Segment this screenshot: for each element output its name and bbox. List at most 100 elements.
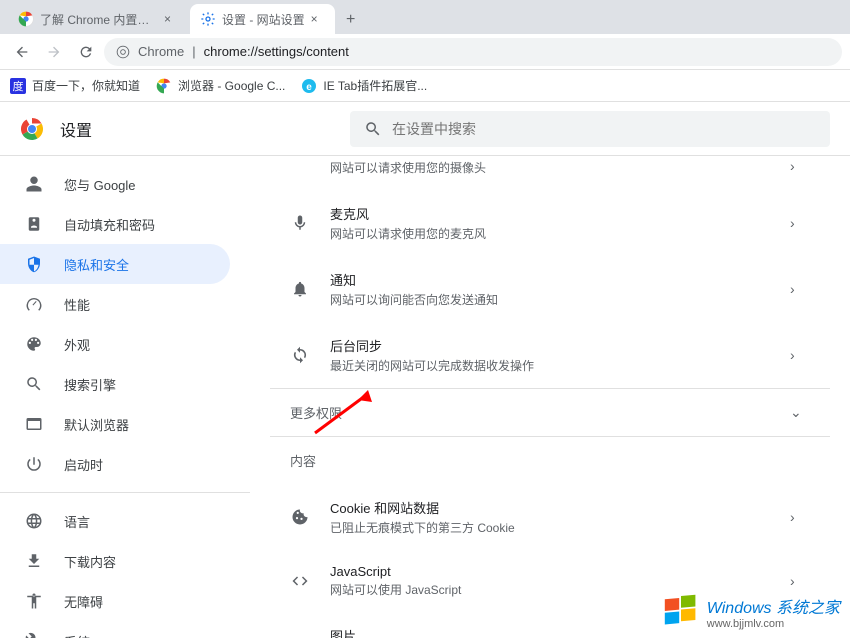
content-row-title: 后台同步 xyxy=(330,336,770,355)
sidebar-item-label: 性能 xyxy=(64,295,90,314)
search-icon xyxy=(364,120,382,138)
sidebar-item-accessibility[interactable]: 无障碍 xyxy=(0,581,230,621)
content-row-title: 麦克风 xyxy=(330,204,770,223)
content-row-title: JavaScript xyxy=(330,564,770,579)
bookmark-label: 百度一下，你就知道 xyxy=(32,77,140,94)
watermark-url: www.bjjmlv.com xyxy=(707,618,840,630)
browser-tab-active[interactable]: 设置 - 网站设置 × xyxy=(190,4,335,34)
main-content: 您与 Google 自动填充和密码 隐私和安全 性能 外观 搜索引擎 默认浏览器 xyxy=(0,156,850,638)
settings-header: 设置 xyxy=(0,102,850,156)
section-label: 更多权限 xyxy=(290,403,342,422)
close-icon[interactable]: × xyxy=(311,12,325,26)
content-row-background-sync[interactable]: 后台同步 最近关闭的网站可以完成数据收发操作 › xyxy=(270,322,830,388)
power-icon xyxy=(24,454,44,474)
content-row-desc: 网站可以请求使用您的麦克风 xyxy=(330,225,770,242)
sidebar-item-search-engine[interactable]: 搜索引擎 xyxy=(0,364,230,404)
ie-favicon-icon: e xyxy=(301,78,317,94)
browser-icon xyxy=(24,414,44,434)
section-more-permissions[interactable]: 更多权限 ⌄ xyxy=(270,389,830,436)
bookmark-item[interactable]: 浏览器 - Google C... xyxy=(156,77,285,94)
sync-icon xyxy=(290,345,310,365)
autofill-icon xyxy=(24,214,44,234)
sidebar-item-appearance[interactable]: 外观 xyxy=(0,324,230,364)
code-icon xyxy=(290,571,310,591)
tab-title: 了解 Chrome 内置的浏览器工具 xyxy=(40,11,158,28)
content-row-title: 通知 xyxy=(330,270,770,289)
sidebar-item-label: 默认浏览器 xyxy=(64,415,129,434)
sidebar-item-label: 启动时 xyxy=(64,455,103,474)
close-icon[interactable]: × xyxy=(164,12,178,26)
content-row-notifications[interactable]: 通知 网站可以询问能否向您发送通知 › xyxy=(270,256,830,322)
sidebar-item-you-and-google[interactable]: 您与 Google xyxy=(0,164,230,204)
settings-content: 网站可以请求使用您的摄像头 › 麦克风 网站可以请求使用您的麦克风 › 通知 网… xyxy=(250,156,850,638)
browser-tab[interactable]: 了解 Chrome 内置的浏览器工具 × xyxy=(8,4,188,34)
content-row-camera-partial[interactable]: 网站可以请求使用您的摄像头 › xyxy=(270,156,830,190)
svg-text:度: 度 xyxy=(13,79,24,93)
bookmark-item[interactable]: e IE Tab插件拓展官... xyxy=(301,77,427,94)
wrench-icon xyxy=(24,631,44,638)
chevron-right-icon: › xyxy=(790,281,810,297)
windows-logo-icon xyxy=(663,594,699,630)
baidu-favicon-icon: 度 xyxy=(10,78,26,94)
sidebar-item-label: 系统 xyxy=(64,632,90,638)
reload-button[interactable] xyxy=(72,38,100,66)
chevron-down-icon: ⌄ xyxy=(790,404,810,421)
shield-icon xyxy=(24,254,44,274)
content-row-cookies[interactable]: Cookie 和网站数据 已阻止无痕模式下的第三方 Cookie › xyxy=(270,484,830,550)
chevron-right-icon: › xyxy=(790,158,810,174)
sidebar-item-languages[interactable]: 语言 xyxy=(0,501,230,541)
address-path: chrome://settings/content xyxy=(204,44,349,59)
bookmark-label: IE Tab插件拓展官... xyxy=(323,77,427,94)
chrome-logo-icon xyxy=(20,117,44,141)
chrome-favicon-icon xyxy=(18,11,34,27)
forward-button[interactable] xyxy=(40,38,68,66)
content-row-title: Cookie 和网站数据 xyxy=(330,498,770,517)
content-row-desc: 网站可以请求使用您的摄像头 xyxy=(330,159,770,176)
sidebar-item-label: 搜索引擎 xyxy=(64,375,116,394)
download-icon xyxy=(24,551,44,571)
sidebar-item-label: 自动填充和密码 xyxy=(64,215,155,234)
section-content-label: 内容 xyxy=(270,437,830,484)
sidebar-item-autofill[interactable]: 自动填充和密码 xyxy=(0,204,230,244)
watermark-title: Windows 系统之家 xyxy=(707,594,840,618)
chevron-right-icon: › xyxy=(790,215,810,231)
content-row-desc: 最近关闭的网站可以完成数据收发操作 xyxy=(330,357,770,374)
reload-icon xyxy=(78,44,94,60)
arrow-right-icon xyxy=(46,44,62,60)
address-bar[interactable]: Chrome | chrome://settings/content xyxy=(104,38,842,66)
palette-icon xyxy=(24,334,44,354)
address-prefix: Chrome xyxy=(138,44,184,59)
sidebar-item-label: 语言 xyxy=(64,512,90,531)
person-icon xyxy=(24,174,44,194)
sidebar-item-label: 您与 Google xyxy=(64,175,136,194)
chevron-right-icon: › xyxy=(790,509,810,525)
search-icon xyxy=(24,374,44,394)
sidebar-item-label: 无障碍 xyxy=(64,592,103,611)
tab-title: 设置 - 网站设置 xyxy=(222,11,305,28)
globe-icon xyxy=(24,511,44,531)
back-button[interactable] xyxy=(8,38,36,66)
sidebar-item-default-browser[interactable]: 默认浏览器 xyxy=(0,404,230,444)
sidebar-item-downloads[interactable]: 下载内容 xyxy=(0,541,230,581)
sidebar-item-system[interactable]: 系统 xyxy=(0,621,230,638)
content-row-desc: 已阻止无痕模式下的第三方 Cookie xyxy=(330,519,770,536)
content-row-desc: 网站可以询问能否向您发送通知 xyxy=(330,291,770,308)
browser-tab-bar: 了解 Chrome 内置的浏览器工具 × 设置 - 网站设置 × + xyxy=(0,0,850,34)
sidebar-item-performance[interactable]: 性能 xyxy=(0,284,230,324)
sidebar-item-privacy-security[interactable]: 隐私和安全 xyxy=(0,244,230,284)
settings-search-box[interactable] xyxy=(350,111,830,147)
sidebar-item-label: 隐私和安全 xyxy=(64,255,129,274)
bookmark-item[interactable]: 度 百度一下，你就知道 xyxy=(10,77,140,94)
page-title: 设置 xyxy=(60,117,92,141)
sidebar-item-startup[interactable]: 启动时 xyxy=(0,444,230,484)
settings-favicon-icon xyxy=(200,11,216,27)
chrome-icon xyxy=(116,45,130,59)
content-row-microphone[interactable]: 麦克风 网站可以请求使用您的麦克风 › xyxy=(270,190,830,256)
bell-icon xyxy=(290,279,310,299)
new-tab-button[interactable]: + xyxy=(337,6,365,34)
settings-sidebar: 您与 Google 自动填充和密码 隐私和安全 性能 外观 搜索引擎 默认浏览器 xyxy=(0,156,250,638)
speedometer-icon xyxy=(24,294,44,314)
bookmarks-bar: 度 百度一下，你就知道 浏览器 - Google C... e IE Tab插件… xyxy=(0,70,850,102)
search-input[interactable] xyxy=(392,121,816,137)
chrome-favicon-icon xyxy=(156,78,172,94)
